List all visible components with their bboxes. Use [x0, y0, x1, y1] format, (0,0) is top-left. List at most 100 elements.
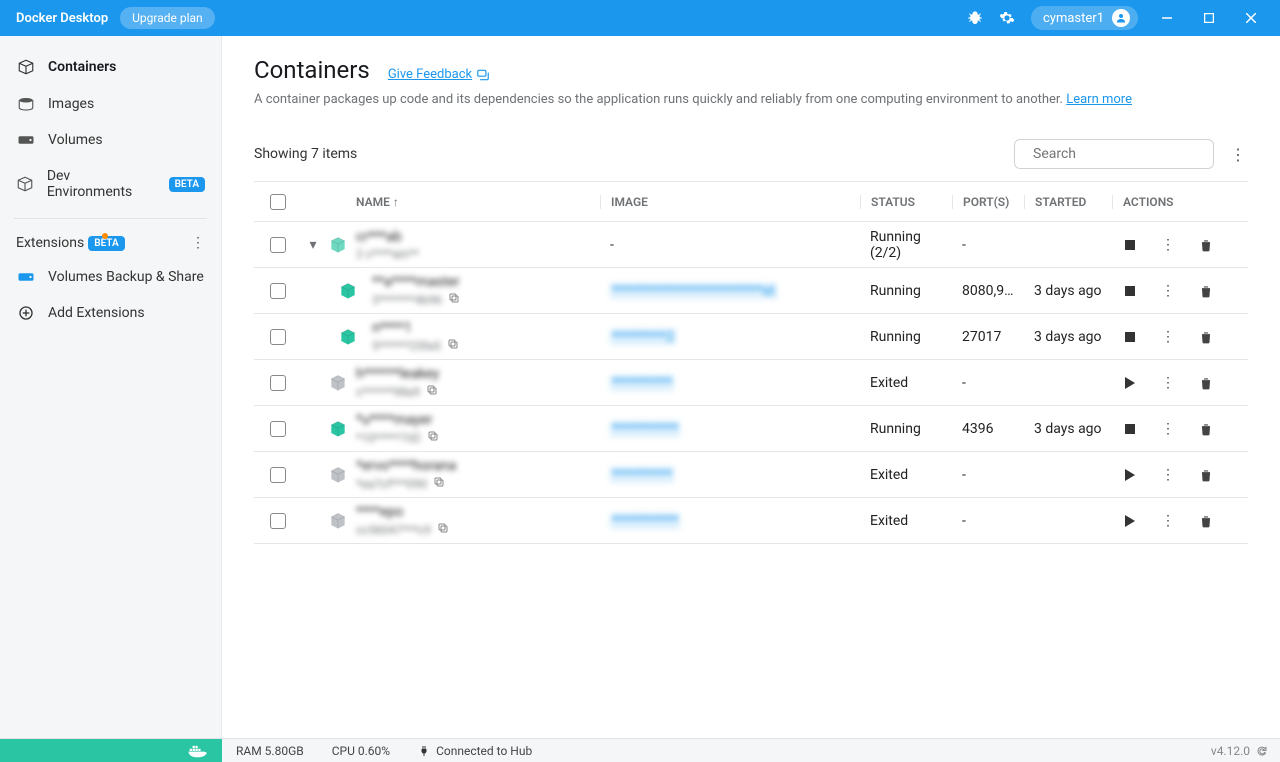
window-maximize-button[interactable] [1188, 0, 1230, 36]
delete-button[interactable] [1198, 329, 1214, 345]
status-cell: Exited [860, 375, 952, 391]
sidebar-item-volumes[interactable]: Volumes [0, 122, 221, 158]
container-id: c******98a9 [356, 384, 600, 399]
delete-button[interactable] [1198, 467, 1214, 483]
copy-icon[interactable] [437, 522, 449, 537]
delete-button[interactable] [1198, 513, 1214, 529]
table-row[interactable]: **a****master 3*******4b96 *************… [254, 268, 1248, 314]
container-name: n****1 [372, 320, 600, 336]
delete-button[interactable] [1198, 421, 1214, 437]
refresh-icon[interactable] [1256, 745, 1268, 757]
col-name[interactable]: NAME ↑ [352, 195, 600, 209]
col-started[interactable]: STARTED [1024, 195, 1112, 209]
row-menu-button[interactable]: ⋮ [1160, 421, 1176, 437]
select-all-checkbox[interactable] [270, 194, 286, 210]
bug-icon[interactable] [964, 7, 986, 29]
extensions-menu-button[interactable]: ⋮ [191, 235, 205, 251]
image-cell[interactable]: *********** [600, 421, 860, 437]
ports-cell: 4396 [952, 421, 1024, 437]
version-label: v4.12.0 [1211, 744, 1280, 758]
extensions-label: Extensions [16, 235, 84, 251]
gear-icon[interactable] [996, 7, 1018, 29]
container-icon [328, 511, 348, 531]
table-row[interactable]: h******leakey c******98a9 ********** Exi… [254, 360, 1248, 406]
status-cell: Running [860, 283, 952, 299]
row-checkbox[interactable] [270, 329, 286, 345]
copy-icon[interactable] [448, 292, 460, 307]
search-field[interactable] [1033, 146, 1211, 162]
content-area: Containers Give Feedback A container pac… [222, 36, 1280, 738]
row-checkbox[interactable] [270, 375, 286, 391]
copy-icon[interactable] [433, 476, 445, 491]
row-checkbox[interactable] [270, 421, 286, 437]
volume-ext-icon [16, 270, 36, 284]
col-ports[interactable]: PORT(S) [952, 195, 1024, 209]
upgrade-plan-button[interactable]: Upgrade plan [120, 7, 215, 29]
col-image[interactable]: IMAGE [600, 195, 860, 209]
container-name: **a****master [372, 274, 600, 290]
image-cell[interactable]: *********2 [600, 329, 860, 345]
container-id: *10*****7d2 [356, 430, 600, 445]
image-cell[interactable]: *********** [600, 513, 860, 529]
containers-table: NAME ↑ IMAGE STATUS PORT(S) STARTED ACTI… [254, 181, 1248, 544]
col-actions: ACTIONS [1112, 195, 1248, 209]
start-button[interactable] [1122, 375, 1138, 391]
notification-dot-icon [102, 233, 108, 239]
give-feedback-link[interactable]: Give Feedback [388, 67, 490, 82]
image-cell[interactable]: ********** [600, 467, 860, 483]
stop-button[interactable] [1122, 421, 1138, 437]
sidebar-item-volumes-backup-share[interactable]: Volumes Backup & Share [0, 259, 221, 295]
row-checkbox[interactable] [270, 283, 286, 299]
table-row[interactable]: *u****mayer *10*****7d2 *********** Runn… [254, 406, 1248, 452]
started-cell: 3 days ago [1024, 283, 1112, 299]
search-input[interactable] [1014, 139, 1214, 169]
status-cell: Running [860, 421, 952, 437]
image-cell[interactable]: *************************st [600, 283, 860, 299]
image-cell[interactable]: ********** [600, 375, 860, 391]
row-checkbox[interactable] [270, 513, 286, 529]
row-menu-button[interactable]: ⋮ [1160, 237, 1176, 253]
user-menu[interactable]: cymaster1 [1031, 6, 1138, 30]
copy-icon[interactable] [427, 430, 439, 445]
window-minimize-button[interactable] [1146, 0, 1188, 36]
learn-more-link[interactable]: Learn more [1066, 92, 1132, 107]
sidebar-item-containers[interactable]: Containers [0, 48, 221, 86]
sidebar-item-images[interactable]: Images [0, 86, 221, 122]
row-menu-button[interactable]: ⋮ [1160, 329, 1176, 345]
table-row[interactable]: ****epo cc56047***c9 *********** Exited … [254, 498, 1248, 544]
start-button[interactable] [1122, 513, 1138, 529]
table-row[interactable]: n****1 5******25fa5 *********2 Running 2… [254, 314, 1248, 360]
table-row[interactable]: ▾ cr***ab 2 c****ain** - Running (2/2) -… [254, 222, 1248, 268]
list-options-button[interactable]: ⋮ [1228, 145, 1248, 164]
container-id: 5******25fa5 [372, 338, 600, 353]
copy-icon[interactable] [447, 338, 459, 353]
sidebar-item-dev-environments[interactable]: Dev EnvironmentsBETA [0, 158, 221, 210]
copy-icon[interactable] [426, 384, 438, 399]
stop-button[interactable] [1122, 283, 1138, 299]
table-row[interactable]: *ervo****horana *ea7cf***090 ********** … [254, 452, 1248, 498]
page-description: A container packages up code and its dep… [254, 92, 1248, 107]
stop-button[interactable] [1122, 237, 1138, 253]
container-name: *ervo****horana [356, 458, 600, 474]
delete-button[interactable] [1198, 375, 1214, 391]
row-checkbox[interactable] [270, 467, 286, 483]
row-menu-button[interactable]: ⋮ [1160, 283, 1176, 299]
col-status[interactable]: STATUS [860, 195, 952, 209]
extensions-header: Extensions BETA ⋮ [0, 227, 221, 259]
whale-status-icon[interactable] [0, 739, 222, 762]
row-menu-button[interactable]: ⋮ [1160, 375, 1176, 391]
container-icon [328, 419, 348, 439]
sidebar-item-add-extensions[interactable]: Add Extensions [0, 295, 221, 331]
stop-button[interactable] [1122, 329, 1138, 345]
start-button[interactable] [1122, 467, 1138, 483]
ports-cell: 27017 [952, 329, 1024, 345]
row-checkbox[interactable] [270, 237, 286, 253]
row-menu-button[interactable]: ⋮ [1160, 467, 1176, 483]
delete-button[interactable] [1198, 283, 1214, 299]
image-cell[interactable]: - [600, 237, 860, 253]
chevron-down-icon[interactable]: ▾ [309, 237, 316, 253]
row-menu-button[interactable]: ⋮ [1160, 513, 1176, 529]
brand-label: Docker Desktop [8, 11, 116, 26]
delete-button[interactable] [1198, 237, 1214, 253]
window-close-button[interactable] [1230, 0, 1272, 36]
